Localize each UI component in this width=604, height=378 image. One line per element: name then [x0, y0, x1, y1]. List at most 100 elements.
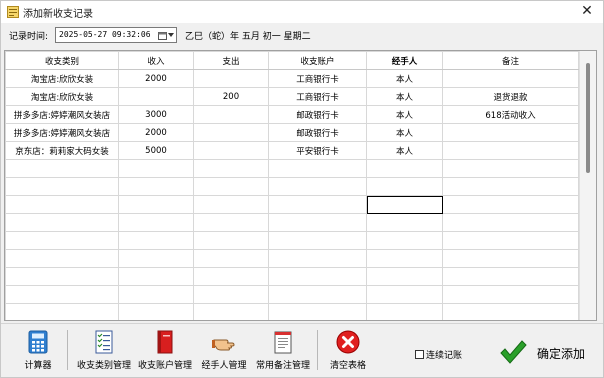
- cell-category[interactable]: [5, 231, 119, 250]
- cell-category[interactable]: [5, 249, 119, 268]
- table-row[interactable]: 拼多多店:婷婷潮风女装店 2000 邮政银行卡 本人: [5, 123, 579, 142]
- cell-income[interactable]: [118, 177, 194, 196]
- cell-expense[interactable]: [193, 267, 269, 286]
- cell-handler[interactable]: [366, 267, 443, 286]
- col-header-income[interactable]: 收入: [118, 51, 194, 70]
- cell-remark[interactable]: [442, 231, 579, 250]
- cell-income[interactable]: [118, 195, 194, 214]
- cell-handler[interactable]: 本人: [366, 123, 443, 142]
- cell-account[interactable]: [268, 303, 367, 320]
- cell-remark[interactable]: [442, 159, 579, 178]
- confirm-add-button[interactable]: 确定添加: [495, 334, 595, 370]
- table-row[interactable]: [5, 285, 579, 304]
- handler-mgmt-button[interactable]: 经手人管理: [197, 328, 251, 374]
- cell-handler[interactable]: [366, 303, 443, 320]
- table-row[interactable]: 淘宝店:欣欣女装 200 工商银行卡 本人 退货退款: [5, 87, 579, 106]
- cell-expense[interactable]: [193, 123, 269, 142]
- cell-remark[interactable]: [442, 195, 579, 214]
- cell-category[interactable]: [5, 195, 119, 214]
- table-row[interactable]: [5, 159, 579, 178]
- cell-income[interactable]: [118, 249, 194, 268]
- cell-expense[interactable]: [193, 141, 269, 160]
- cell-account[interactable]: [268, 213, 367, 232]
- cell-handler[interactable]: 本人: [366, 87, 443, 106]
- cell-income[interactable]: [118, 285, 194, 304]
- cell-handler[interactable]: [366, 213, 443, 232]
- cell-income[interactable]: 5000: [118, 141, 194, 160]
- cell-account[interactable]: 平安银行卡: [268, 141, 367, 160]
- cell-account[interactable]: [268, 177, 367, 196]
- cell-expense[interactable]: [193, 231, 269, 250]
- cell-account[interactable]: [268, 195, 367, 214]
- cell-handler[interactable]: [366, 195, 443, 214]
- cell-account[interactable]: [268, 159, 367, 178]
- table-row[interactable]: [5, 231, 579, 250]
- cell-expense[interactable]: [193, 69, 269, 88]
- table-row[interactable]: 京东店：莉莉家大码女装 5000 平安银行卡 本人: [5, 141, 579, 160]
- col-header-category[interactable]: 收支类别: [5, 51, 119, 70]
- cell-category[interactable]: [5, 285, 119, 304]
- cell-remark[interactable]: [442, 303, 579, 320]
- cell-category[interactable]: [5, 213, 119, 232]
- cell-account[interactable]: [268, 285, 367, 304]
- table-row[interactable]: [5, 213, 579, 232]
- cell-account[interactable]: [268, 267, 367, 286]
- category-mgmt-button[interactable]: 收支类别管理: [73, 328, 135, 374]
- cell-remark[interactable]: 618活动收入: [442, 105, 579, 124]
- cell-income[interactable]: [118, 303, 194, 320]
- checkbox-box[interactable]: [415, 350, 424, 359]
- cell-income[interactable]: 3000: [118, 105, 194, 124]
- cell-expense[interactable]: [193, 249, 269, 268]
- table-row[interactable]: 拼多多店:婷婷潮风女装店 3000 邮政银行卡 本人 618活动收入: [5, 105, 579, 124]
- cell-expense[interactable]: [193, 285, 269, 304]
- col-header-remark[interactable]: 备注: [442, 51, 579, 70]
- cell-expense[interactable]: [193, 177, 269, 196]
- continuous-entry-checkbox[interactable]: 连续记账: [415, 348, 462, 361]
- cell-handler[interactable]: [366, 249, 443, 268]
- cell-account[interactable]: 工商银行卡: [268, 87, 367, 106]
- cell-account[interactable]: [268, 231, 367, 250]
- calculator-button[interactable]: 计算器: [15, 328, 61, 374]
- records-grid[interactable]: 收支类别 收入 支出 收支账户 经手人 备注 淘宝店:欣欣女装 2000 工商银行卡…: [4, 50, 597, 321]
- cell-category[interactable]: [5, 177, 119, 196]
- cell-handler[interactable]: 本人: [366, 69, 443, 88]
- cell-handler[interactable]: [366, 231, 443, 250]
- cell-income[interactable]: [118, 159, 194, 178]
- vertical-scrollbar[interactable]: [579, 51, 596, 320]
- table-row[interactable]: [5, 249, 579, 268]
- cell-remark[interactable]: 退货退款: [442, 87, 579, 106]
- cell-remark[interactable]: [442, 177, 579, 196]
- cell-remark[interactable]: [442, 123, 579, 142]
- cell-account[interactable]: 工商银行卡: [268, 69, 367, 88]
- account-mgmt-button[interactable]: 收支账户管理: [135, 328, 195, 374]
- cell-handler[interactable]: 本人: [366, 105, 443, 124]
- cell-expense[interactable]: [193, 213, 269, 232]
- cell-category[interactable]: 京东店：莉莉家大码女装: [5, 141, 119, 160]
- cell-expense[interactable]: [193, 195, 269, 214]
- cell-handler[interactable]: [366, 285, 443, 304]
- cell-account[interactable]: [268, 249, 367, 268]
- cell-income[interactable]: [118, 231, 194, 250]
- cell-category[interactable]: 淘宝店:欣欣女装: [5, 87, 119, 106]
- cell-category[interactable]: [5, 303, 119, 320]
- table-row[interactable]: [5, 177, 579, 196]
- cell-remark[interactable]: [442, 249, 579, 268]
- cell-income[interactable]: 2000: [118, 69, 194, 88]
- cell-income[interactable]: [118, 87, 194, 106]
- cell-handler[interactable]: 本人: [366, 141, 443, 160]
- cell-category[interactable]: 拼多多店:婷婷潮风女装店: [5, 105, 119, 124]
- remark-mgmt-button[interactable]: 常用备注管理: [253, 328, 313, 374]
- cell-remark[interactable]: [442, 285, 579, 304]
- cell-income[interactable]: 2000: [118, 123, 194, 142]
- col-header-account[interactable]: 收支账户: [268, 51, 367, 70]
- cell-expense[interactable]: [193, 105, 269, 124]
- cell-category[interactable]: 拼多多店:婷婷潮风女装店: [5, 123, 119, 142]
- cell-category[interactable]: [5, 267, 119, 286]
- table-row[interactable]: [5, 267, 579, 286]
- cell-account[interactable]: 邮政银行卡: [268, 123, 367, 142]
- clear-table-button[interactable]: 清空表格: [325, 328, 371, 374]
- table-row[interactable]: [5, 303, 579, 320]
- table-row[interactable]: [5, 195, 579, 214]
- close-button[interactable]: ✕: [579, 3, 595, 19]
- cell-income[interactable]: [118, 213, 194, 232]
